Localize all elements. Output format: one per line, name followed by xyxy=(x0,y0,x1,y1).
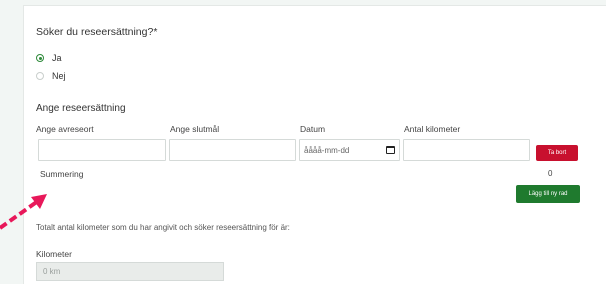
add-row-button[interactable]: Lägg till ny rad xyxy=(516,185,580,203)
radio-label-nej: Nej xyxy=(52,71,66,81)
radio-button-ja[interactable] xyxy=(36,54,44,62)
column-label-date: Datum xyxy=(300,124,326,134)
kilometer-label: Kilometer xyxy=(36,249,72,259)
date-placeholder: åååå-mm-dd xyxy=(304,145,350,155)
summary-value: 0 xyxy=(548,169,553,178)
radio-label-ja: Ja xyxy=(52,53,62,63)
to-input[interactable] xyxy=(169,139,296,161)
date-input[interactable]: åååå-mm-dd xyxy=(299,139,400,161)
kilometer-field: 0 km xyxy=(36,262,224,281)
radio-option-nej[interactable]: Nej xyxy=(36,71,66,81)
summary-label: Summering xyxy=(40,169,84,179)
remove-row-button[interactable]: Ta bort xyxy=(536,145,578,161)
from-input[interactable] xyxy=(38,139,166,161)
form-panel: Söker du reseersättning?* Ja Nej Ange re… xyxy=(23,5,606,284)
column-label-km: Antal kilometer xyxy=(404,124,461,134)
column-label-from: Ange avreseort xyxy=(36,124,94,134)
arrow-shaft xyxy=(0,199,40,230)
km-input[interactable] xyxy=(403,139,530,161)
question-title: Söker du reseersättning?* xyxy=(36,26,158,38)
column-label-to: Ange slutmål xyxy=(170,124,220,134)
radio-button-nej[interactable] xyxy=(36,72,44,80)
total-description: Totalt antal kilometer som du har angivi… xyxy=(36,223,290,232)
radio-option-ja[interactable]: Ja xyxy=(36,53,62,63)
arrow-head xyxy=(31,194,47,209)
calendar-icon[interactable] xyxy=(386,146,395,154)
arrow-pointer-icon xyxy=(0,194,47,230)
section-title: Ange reseersättning xyxy=(36,103,126,114)
